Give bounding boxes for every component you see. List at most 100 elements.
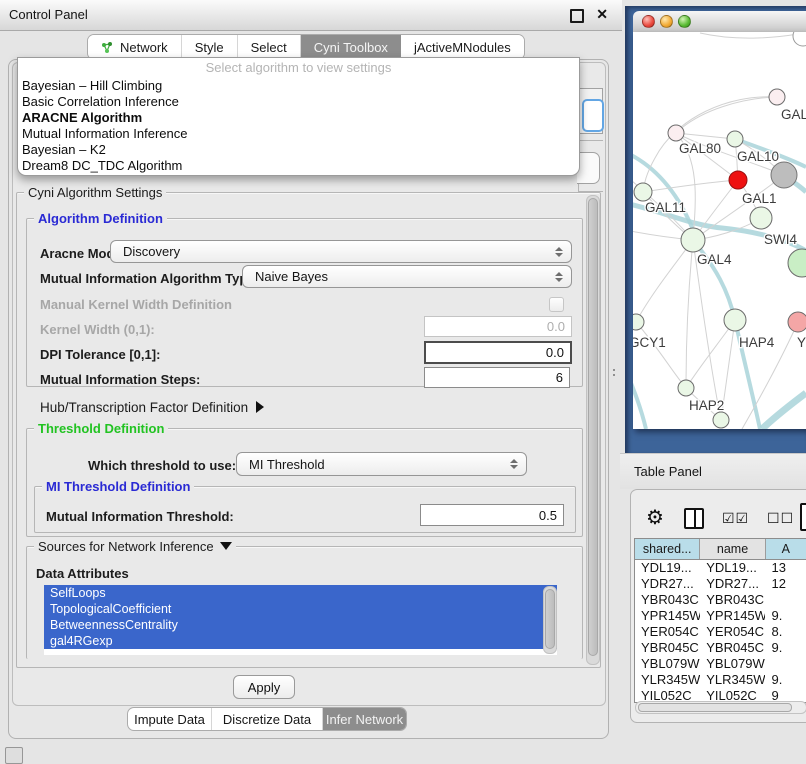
which-threshold-label: Which threshold to use: xyxy=(88,458,236,473)
manual-kernel-checkbox[interactable] xyxy=(549,297,564,312)
algorithm-option[interactable]: Bayesian – K2 xyxy=(18,142,579,158)
aracne-mode-combo[interactable]: Discovery xyxy=(110,240,572,263)
close-icon[interactable]: ✕ xyxy=(596,6,608,23)
algorithm-option[interactable]: Dream8 DC_TDC Algorithm xyxy=(18,158,579,174)
algorithm-option[interactable]: Mutual Information Inference xyxy=(18,126,579,142)
network-edge[interactable] xyxy=(633,368,646,429)
dpi-tolerance-field[interactable]: 0.0 xyxy=(424,341,572,364)
minimize-traffic-light-icon[interactable] xyxy=(660,15,673,28)
algorithm-option[interactable]: ARACNE Algorithm xyxy=(18,110,579,126)
node-gal4[interactable] xyxy=(681,228,705,252)
network-edge[interactable] xyxy=(693,240,721,420)
table-row[interactable]: YER054CYER054C8. xyxy=(635,624,806,640)
which-threshold-combo[interactable]: MI Threshold xyxy=(236,452,527,476)
network-edge[interactable] xyxy=(676,97,777,133)
apply-button[interactable]: Apply xyxy=(233,675,295,699)
aracne-mode-value: Discovery xyxy=(123,244,180,259)
close-traffic-light-icon[interactable] xyxy=(642,15,655,28)
algorithm-option[interactable]: Bayesian – Hill Climbing xyxy=(18,78,579,94)
node-gal80[interactable] xyxy=(668,125,684,141)
inference-combo-arrow-button[interactable] xyxy=(582,99,604,132)
node-gal1[interactable] xyxy=(729,171,747,189)
network-edge[interactable] xyxy=(686,240,693,388)
table-cell: YER054C xyxy=(635,624,700,640)
mi-steps-field[interactable]: 6 xyxy=(424,367,570,388)
attribute-item[interactable]: SelfLoops xyxy=(44,585,557,601)
bottom-tab-impute-data[interactable]: Impute Data xyxy=(128,708,212,730)
table-horizontal-scrollbar[interactable] xyxy=(635,701,806,714)
table-cell: YLR345W xyxy=(635,672,700,688)
node-hap2[interactable] xyxy=(678,380,694,396)
network-window-titlebar[interactable] xyxy=(633,11,806,33)
algorithm-option[interactable]: Basic Correlation Inference xyxy=(18,94,579,110)
mi-steps-label: Mutual Information Steps: xyxy=(40,372,200,387)
attribute-item[interactable]: TopologicalCoefficient xyxy=(44,601,557,617)
node-table: shared...nameAYDL19...YDL19...13YDR27...… xyxy=(634,538,806,703)
table-row[interactable]: YBR043CYBR043C xyxy=(635,592,806,608)
table-row[interactable]: YBL079WYBL079W xyxy=(635,656,806,672)
tab-jactivemnodules[interactable]: jActiveMNodules xyxy=(401,35,524,59)
table-cell: YDR27... xyxy=(700,576,765,592)
network-edge[interactable] xyxy=(636,240,693,322)
node-hap4[interactable] xyxy=(724,309,746,331)
node-gcy1[interactable] xyxy=(633,314,644,330)
table-row[interactable]: YDR27...YDR27...12 xyxy=(635,576,806,592)
node-gal10[interactable] xyxy=(727,131,743,147)
kernel-width-field[interactable]: 0.0 xyxy=(424,316,572,337)
select-all-icon[interactable]: ☑☑ xyxy=(722,510,749,527)
tab-cyni-toolbox[interactable]: Cyni Toolbox xyxy=(301,35,401,59)
network-edge[interactable] xyxy=(686,320,735,388)
column-visibility-icon[interactable] xyxy=(684,508,704,529)
export-table-icon[interactable] xyxy=(800,503,806,531)
float-window-icon[interactable] xyxy=(570,9,584,23)
hub-section-toggle[interactable]: Hub/Transcription Factor Definition xyxy=(40,400,264,415)
node-gal11[interactable] xyxy=(634,183,652,201)
tab-label: Style xyxy=(195,40,224,55)
table-cell: YBL079W xyxy=(635,656,700,672)
network-edge[interactable] xyxy=(676,133,735,139)
table-row[interactable]: YLR345WYLR345W9. xyxy=(635,672,806,688)
table-cell: YBR045C xyxy=(635,640,700,656)
column-header[interactable]: A xyxy=(766,539,806,559)
attribute-item[interactable]: BetweennessCentrality xyxy=(44,617,557,633)
node-bottom[interactable] xyxy=(713,412,729,428)
table-row[interactable]: YBR045CYBR045C9. xyxy=(635,640,806,656)
node-salmon[interactable] xyxy=(788,312,806,332)
column-header[interactable]: name xyxy=(700,539,765,559)
attribute-item[interactable]: gal4RGexp xyxy=(44,633,557,649)
split-pane-divider[interactable] xyxy=(613,369,619,376)
node-gray[interactable] xyxy=(771,162,797,188)
node-gal-top[interactable] xyxy=(769,89,785,105)
node-big-green[interactable] xyxy=(788,249,806,277)
node-swi4[interactable] xyxy=(750,207,772,229)
bottom-tab-discretize-data[interactable]: Discretize Data xyxy=(212,708,323,730)
column-header[interactable]: shared... xyxy=(635,539,700,559)
mi-threshold-field[interactable]: 0.5 xyxy=(420,504,564,526)
settings-gear-icon[interactable]: ⚙ xyxy=(646,508,664,528)
sources-title[interactable]: Sources for Network Inference xyxy=(34,539,236,554)
tab-network[interactable]: Network xyxy=(88,35,182,59)
node-label: HAP2 xyxy=(689,398,724,413)
network-canvas[interactable]: GALGAL80GAL10GAL1SWI4GAL11GAL4GCY1HAP4YH… xyxy=(633,32,806,429)
settings-scrollbar[interactable] xyxy=(586,195,600,665)
network-edge[interactable] xyxy=(762,393,806,429)
mi-type-combo[interactable]: Naive Bayes xyxy=(242,265,572,288)
deselect-all-icon[interactable]: ☐☐ xyxy=(767,510,794,527)
tab-label: Network xyxy=(120,40,168,55)
node-label: GCY1 xyxy=(633,335,666,350)
attributes-scrollbar[interactable] xyxy=(543,586,557,654)
network-edge[interactable] xyxy=(643,180,738,192)
data-attributes-list[interactable]: SelfLoopsTopologicalCoefficientBetweenne… xyxy=(44,585,557,655)
table-row[interactable]: YDL19...YDL19...13 xyxy=(635,560,806,576)
bottom-tab-infer-network[interactable]: Infer Network xyxy=(323,708,406,730)
network-edge[interactable] xyxy=(636,322,686,388)
panel-title: Control Panel xyxy=(9,7,88,22)
collapsed-panel-icon[interactable] xyxy=(5,747,23,764)
tab-select[interactable]: Select xyxy=(238,35,301,59)
table-cell: YDR27... xyxy=(635,576,700,592)
network-edge[interactable] xyxy=(700,33,798,38)
tab-style[interactable]: Style xyxy=(182,35,238,59)
node-corner-arc[interactable] xyxy=(793,32,806,46)
table-row[interactable]: YPR145WYPR145W9. xyxy=(635,608,806,624)
zoom-traffic-light-icon[interactable] xyxy=(678,15,691,28)
